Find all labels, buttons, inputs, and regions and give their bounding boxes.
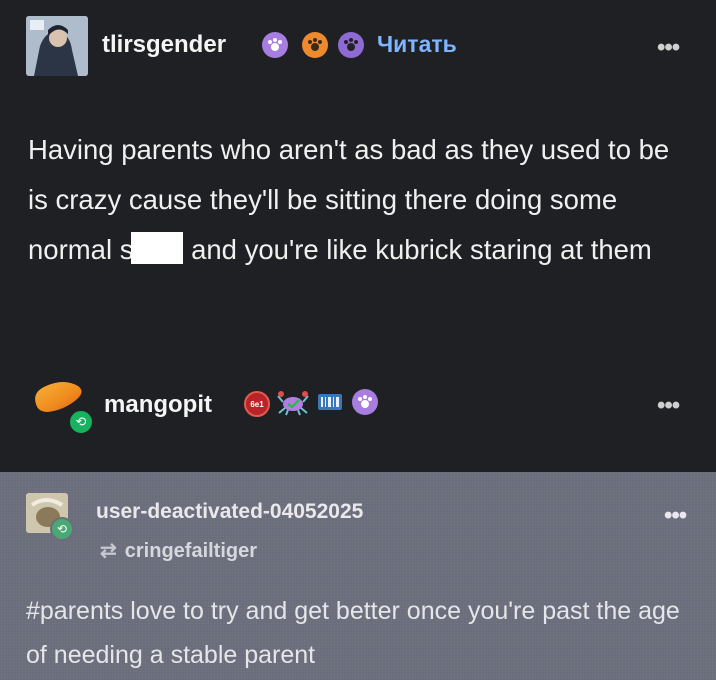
original-post: tlirsgender Читать ••• Having parents wh… [0, 0, 716, 340]
paw-badge-icon [338, 32, 364, 58]
paw-badge-icon [302, 32, 328, 58]
counter-badge-icon: 6e1 [244, 391, 270, 417]
more-options-button[interactable]: ••• [664, 502, 687, 530]
barcode-icon [318, 394, 342, 410]
reblog-small-icon: ⇄ [100, 540, 117, 562]
avatar[interactable] [26, 16, 88, 76]
post-body: Having parents who aren't as bad as they… [28, 125, 688, 275]
follow-button[interactable]: Читать [377, 31, 457, 58]
post-text-part2: and you're like kubrick staring at them [183, 234, 652, 265]
paw-badge-icon [352, 389, 378, 415]
more-options-button[interactable]: ••• [657, 34, 680, 62]
paw-badge-icon [262, 32, 288, 58]
post-username[interactable]: tlirsgender [102, 31, 226, 59]
reblogged-from: ⇄ cringefailtiger [100, 538, 257, 563]
reblogger-username[interactable]: mangopit [104, 391, 212, 419]
crab-icon [277, 391, 309, 416]
more-options-button[interactable]: ••• [657, 392, 680, 420]
censor-box [131, 232, 184, 264]
quoted-post-text: #parents love to try and get better once… [26, 597, 680, 669]
reblog-icon: ⟲ [50, 517, 74, 541]
reblog-icon: ⟲ [68, 409, 94, 435]
reblogged-from-username[interactable]: cringefailtiger [125, 540, 257, 562]
reblog-header: ⟲ mangopit 6e1 ••• [0, 340, 716, 472]
quoted-reblog: ⟲ user-deactivated-04052025 ⇄ cringefailt… [0, 472, 716, 680]
quoted-username[interactable]: user-deactivated-04052025 [96, 500, 363, 524]
